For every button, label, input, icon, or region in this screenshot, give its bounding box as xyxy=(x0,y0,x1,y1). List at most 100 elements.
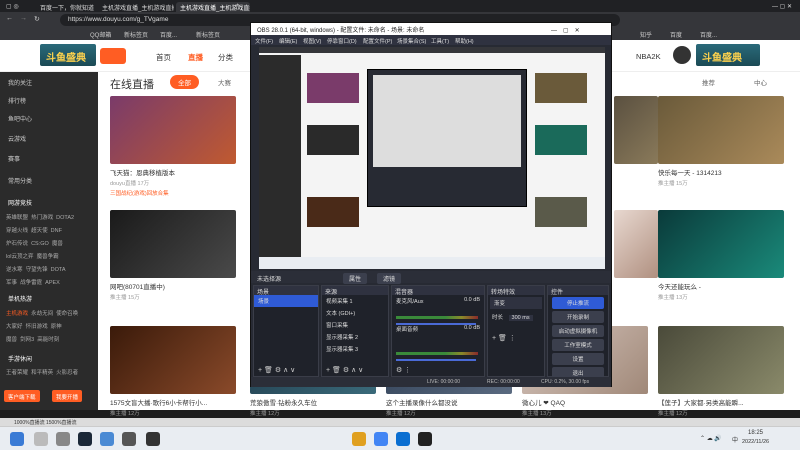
back-icon[interactable]: ← xyxy=(6,15,13,22)
obs-menu-docks[interactable]: 停靠窗口(D) xyxy=(327,37,357,45)
obs-menu-view[interactable]: 视图(V) xyxy=(303,37,321,45)
card-title[interactable]: 微心儿 ❤ QAQ xyxy=(522,397,648,407)
live-card[interactable]: 【莲子】大家都·另类高能瞬... 推主播 12万 xyxy=(658,326,784,417)
source-item[interactable]: 显示器采集 3 xyxy=(322,343,388,355)
source-item[interactable]: 视频采集 1 xyxy=(322,295,388,307)
forward-icon[interactable]: → xyxy=(20,15,27,22)
volume-slider[interactable] xyxy=(396,323,476,325)
card-thumbnail[interactable] xyxy=(110,96,236,164)
bookmark-item[interactable]: 知乎 xyxy=(640,30,652,39)
duration-input[interactable]: 300 ms xyxy=(508,315,533,321)
start-stream-button[interactable]: 我要开播 xyxy=(52,390,83,402)
settings-button[interactable]: 设置 xyxy=(552,353,604,365)
sidebar-grid-single[interactable]: 主机游戏 永劫无间 使命召唤 大家好 怀旧游戏 原神 魔兽 剑网3 高能时刻 xyxy=(6,308,96,347)
card-thumbnail[interactable] xyxy=(658,96,784,164)
download-client-button[interactable]: 客户端下载 xyxy=(4,390,40,402)
live-card[interactable]: 快乐每一天 - 1314213 推主播 15万 xyxy=(658,96,784,187)
new-tab-button[interactable]: + xyxy=(232,2,242,12)
filter-center[interactable]: 中心 xyxy=(754,77,767,87)
bookmark-item[interactable]: 百度 xyxy=(670,30,682,39)
mixer-actions[interactable]: ⚙ ⋮ xyxy=(396,366,411,374)
nav-home[interactable]: 首页 xyxy=(156,52,171,63)
scene-item[interactable]: 场景 xyxy=(254,295,318,307)
filter-recommend[interactable]: 推荐 xyxy=(702,77,715,87)
obs-menu-file[interactable]: 文件(F) xyxy=(255,37,273,45)
card-title[interactable]: 飞天猫：恩典移植版本 xyxy=(110,167,236,177)
properties-button[interactable]: 属性 xyxy=(343,273,368,284)
source-item[interactable]: 窗口采集 xyxy=(322,319,388,331)
sidebar-item-match[interactable]: 赛事 xyxy=(8,154,20,163)
card-thumbnail[interactable] xyxy=(658,326,784,394)
obs-taskbar-icon[interactable] xyxy=(418,432,432,446)
tab-douyu-1[interactable]: 主机游戏直播_主机游戏直播... xyxy=(98,2,174,12)
card-title[interactable]: 1575文盲大播·歌行6小卡帮行小... xyxy=(110,397,236,407)
steam-icon[interactable] xyxy=(78,432,92,446)
sidebar-item-follow[interactable]: 我的关注 xyxy=(8,78,32,87)
app-icon[interactable] xyxy=(122,432,136,446)
sidebar-grid-mobile[interactable]: 王者荣耀 和平精英 火影忍者 xyxy=(6,368,96,376)
ime-indicator[interactable]: 中 xyxy=(732,435,738,444)
obs-preview[interactable] xyxy=(259,47,605,269)
sidebar-item-cloud[interactable]: 云游戏 xyxy=(8,134,26,143)
douyu-logo-icon[interactable] xyxy=(100,48,126,64)
clock-time[interactable]: 18:25 xyxy=(748,430,763,436)
card-thumbnail[interactable] xyxy=(110,326,236,394)
volume-slider[interactable] xyxy=(396,359,476,361)
obs-menu-profile[interactable]: 配置文件(P) xyxy=(363,37,392,45)
card-thumbnail[interactable] xyxy=(658,210,784,278)
obs-icon[interactable] xyxy=(146,432,160,446)
source-item[interactable]: 显示器采集 2 xyxy=(322,331,388,343)
source-actions[interactable]: + 🗑 ⚙ ∧ ∨ xyxy=(326,366,363,374)
bookmark-item[interactable]: 百度... xyxy=(700,30,717,39)
bookmark-item[interactable]: 新标签页 xyxy=(196,30,220,39)
scene-actions[interactable]: + 🗑 ⚙ ∧ ∨ xyxy=(258,366,295,374)
card-title[interactable]: 网吧(80701直播中) xyxy=(110,281,236,291)
tab-icons[interactable]: ▢ ◎ xyxy=(2,2,22,12)
card-title[interactable]: 【莲子】大家都·另类高能瞬... xyxy=(658,397,784,407)
filter-all[interactable]: 全部 xyxy=(170,75,199,89)
live-card[interactable]: 今天还能玩么 - 推主播 13万 xyxy=(658,210,784,301)
obs-menu-edit[interactable]: 编辑(E) xyxy=(279,37,297,45)
filters-button[interactable]: 滤镜 xyxy=(377,273,402,284)
sidebar-item-rank[interactable]: 排行榜 xyxy=(8,96,26,105)
avatar[interactable] xyxy=(673,46,691,64)
sidebar-item-common[interactable]: 常用分类 xyxy=(8,176,32,185)
live-card[interactable]: 1575文盲大播·歌行6小卡帮行小... 推主播 12万 xyxy=(110,326,236,417)
stop-streaming-button[interactable]: 停止推流 xyxy=(552,297,604,309)
start-recording-button[interactable]: 开始录制 xyxy=(552,311,604,323)
filter-match[interactable]: 大赛 xyxy=(218,77,231,87)
tray-icons[interactable]: ⌃ ☁ 🔊 xyxy=(700,435,722,442)
reload-icon[interactable]: ↻ xyxy=(34,15,40,23)
card-title[interactable]: 今天还能玩么 - xyxy=(658,281,784,291)
card-thumbnail[interactable] xyxy=(614,210,658,278)
window-controls[interactable]: — ▢ ✕ xyxy=(736,2,796,12)
studio-mode-button[interactable]: 工作室模式 xyxy=(552,339,604,351)
transition-select[interactable]: 渐变 xyxy=(490,297,542,309)
source-item[interactable]: 文本 (GDI+) xyxy=(322,307,388,319)
app-icon[interactable] xyxy=(396,432,410,446)
nav-category[interactable]: 分类 xyxy=(218,52,233,63)
card-title[interactable]: 荒狼傲雪·钻粉永久车位 xyxy=(250,397,376,407)
bookmark-item[interactable]: QQ邮箱 xyxy=(90,30,111,39)
obs-menu-help[interactable]: 帮助(H) xyxy=(455,37,474,45)
site-logo-right[interactable]: 斗鱼盛典 xyxy=(696,44,760,66)
folder-icon[interactable] xyxy=(352,432,366,446)
obs-window-controls[interactable]: — ▢ ✕ xyxy=(551,25,580,34)
live-card[interactable]: 飞天猫：恩典移植版本 douyu直播 17万 三国战纪(游戏)回放合集 xyxy=(110,96,236,197)
nav-live[interactable]: 直播 xyxy=(188,52,203,63)
task-view-icon[interactable] xyxy=(56,432,70,446)
obs-menu-scenes[interactable]: 场景集合(S) xyxy=(397,37,426,45)
bookmark-item[interactable]: 新标签页 xyxy=(124,30,148,39)
card-title[interactable]: 这个主播录像什么都没说 xyxy=(386,397,512,407)
site-logo[interactable]: 斗鱼盛典 xyxy=(40,44,96,66)
chrome-icon[interactable] xyxy=(374,432,388,446)
obs-menu-tools[interactable]: 工具(T) xyxy=(431,37,449,45)
live-card[interactable]: 网吧(80701直播中) 推主播 15万 xyxy=(110,210,236,301)
card-title[interactable]: 快乐每一天 - 1314213 xyxy=(658,167,784,177)
card-thumbnail[interactable] xyxy=(614,96,658,164)
card-thumbnail[interactable] xyxy=(110,210,236,278)
live-card-partial[interactable] xyxy=(614,210,658,278)
sidebar-item-yuba[interactable]: 鱼吧中心 xyxy=(8,114,32,123)
search-icon[interactable] xyxy=(34,432,48,446)
bookmark-item[interactable]: 百度... xyxy=(160,30,177,39)
